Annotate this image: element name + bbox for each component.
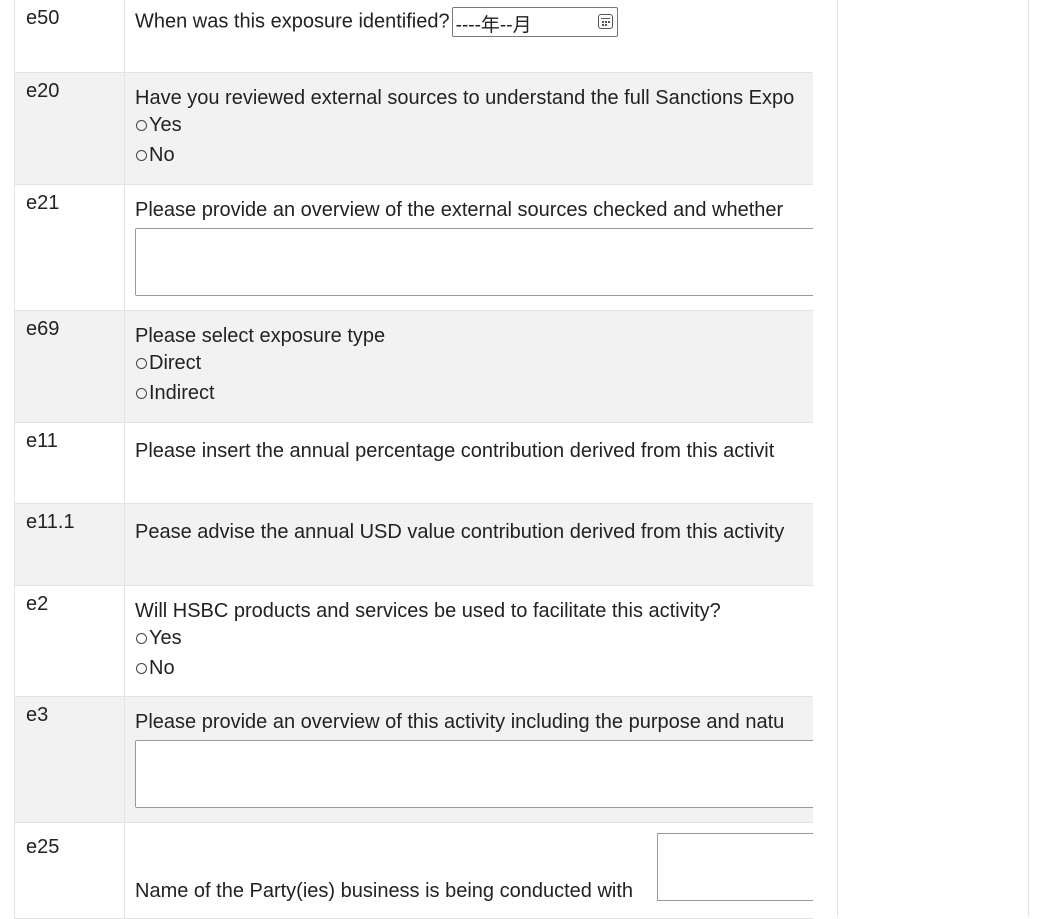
question-cell: Please provide an overview of the extern… xyxy=(135,198,813,296)
question-text: When was this exposure identified? xyxy=(135,10,450,33)
question-id-cell: e11 xyxy=(14,423,125,503)
question-id-cell: e69 xyxy=(14,311,125,422)
question-id: e21 xyxy=(26,192,60,214)
radio-label: No xyxy=(149,656,175,679)
question-text: Name of the Party(ies) business is being… xyxy=(135,880,634,902)
radio-direct[interactable]: Direct xyxy=(135,348,813,378)
question-id: e20 xyxy=(26,80,60,102)
question-text: Please select exposure type xyxy=(135,325,386,347)
question-text: Please insert the annual percentage cont… xyxy=(135,440,775,462)
question-id-cell: e21 xyxy=(14,185,125,310)
table-row: e50 When was this exposure identified? -… xyxy=(14,0,813,73)
question-cell: Pease advise the annual USD value contri… xyxy=(135,520,813,544)
question-id: e50 xyxy=(26,7,60,29)
radio-label: Yes xyxy=(149,113,182,136)
month-date-input[interactable]: ----年--月 xyxy=(451,7,618,37)
question-id: e69 xyxy=(26,318,60,340)
right-panel-divider xyxy=(837,0,838,917)
question-cell: Name of the Party(ies) business is being… xyxy=(135,879,813,903)
question-text: Please provide an overview of this activ… xyxy=(135,711,785,733)
question-id-cell: e11.1 xyxy=(14,504,125,585)
questionnaire-table: e50 When was this exposure identified? -… xyxy=(14,0,813,919)
question-id: e25 xyxy=(26,836,60,858)
question-id: e11 xyxy=(26,430,58,452)
question-cell: When was this exposure identified? ----年… xyxy=(135,7,813,37)
question-cell: Please insert the annual percentage cont… xyxy=(135,439,813,463)
question-cell: Will HSBC products and services be used … xyxy=(135,599,813,683)
radio-circle-icon[interactable] xyxy=(136,119,147,131)
question-text: Please provide an overview of the extern… xyxy=(135,199,784,221)
table-row: e21 Please provide an overview of the ex… xyxy=(14,185,813,311)
question-id-cell: e25 xyxy=(14,823,125,918)
question-id-cell: e3 xyxy=(14,697,125,822)
question-id-cell: e2 xyxy=(14,586,125,696)
question-id-cell: e50 xyxy=(14,0,125,72)
radio-circle-icon[interactable] xyxy=(136,357,147,369)
question-cell: Have you reviewed external sources to un… xyxy=(135,86,813,170)
radio-circle-icon[interactable] xyxy=(136,662,147,674)
radio-circle-icon[interactable] xyxy=(136,632,147,644)
radio-no[interactable]: No xyxy=(135,140,813,170)
radio-no[interactable]: No xyxy=(135,653,813,683)
radio-yes[interactable]: Yes xyxy=(135,110,813,140)
table-row: e3 Please provide an overview of this ac… xyxy=(14,697,813,823)
calendar-icon[interactable] xyxy=(597,14,613,29)
question-cell: Please select exposure type Direct Indir… xyxy=(135,324,813,408)
radio-circle-icon[interactable] xyxy=(136,387,147,399)
question-text: Will HSBC products and services be used … xyxy=(135,600,721,622)
question-id-cell: e20 xyxy=(14,73,125,184)
radio-label: Direct xyxy=(149,351,202,374)
radio-label: Indirect xyxy=(149,381,215,404)
table-row: e20 Have you reviewed external sources t… xyxy=(14,73,813,185)
radio-label: Yes xyxy=(149,626,182,649)
question-id: e11.1 xyxy=(26,511,75,533)
date-input-value: ----年--月 xyxy=(455,15,532,36)
question-text: Have you reviewed external sources to un… xyxy=(135,87,795,109)
table-row: e11.1 Pease advise the annual USD value … xyxy=(14,504,813,586)
question-id: e2 xyxy=(26,593,49,615)
table-row: e25 Name of the Party(ies) business is b… xyxy=(14,823,813,919)
table-row: e69 Please select exposure type Direct I… xyxy=(14,311,813,423)
table-row: e11 Please insert the annual percentage … xyxy=(14,423,813,504)
table-row: e2 Will HSBC products and services be us… xyxy=(14,586,813,697)
radio-indirect[interactable]: Indirect xyxy=(135,378,813,408)
question-text: Pease advise the annual USD value contri… xyxy=(135,521,785,543)
radio-circle-icon[interactable] xyxy=(136,149,147,161)
activity-overview-textarea[interactable] xyxy=(135,740,813,808)
right-panel-edge xyxy=(1028,0,1029,917)
question-id: e3 xyxy=(26,704,49,726)
radio-yes[interactable]: Yes xyxy=(135,623,813,653)
external-sources-textarea[interactable] xyxy=(135,228,813,296)
radio-label: No xyxy=(149,143,175,166)
question-cell: Please provide an overview of this activ… xyxy=(135,710,813,808)
